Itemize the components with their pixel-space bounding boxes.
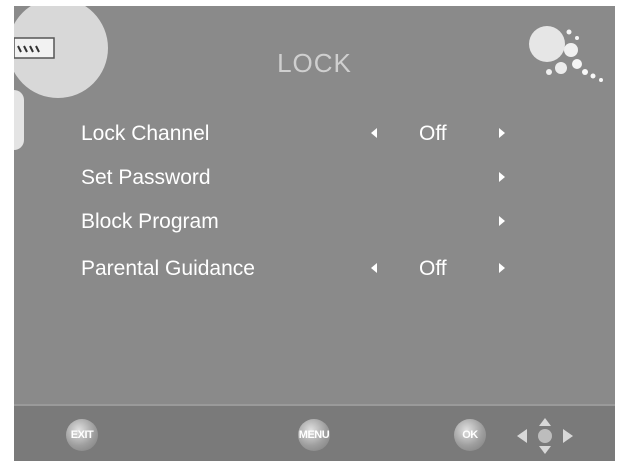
menu-item-value: Off [419,122,447,145]
arrow-left-icon[interactable] [371,128,377,138]
footer-bar: EXIT MENU OK [14,404,615,461]
arrow-right-icon[interactable] [499,216,505,226]
menu-item-set-password[interactable]: Set Password [81,162,561,196]
arrow-left-icon[interactable] [371,263,377,273]
osd-screen: LOCK Lock Channel Off Set Password Block… [14,6,615,461]
side-arc-decoration [14,90,24,150]
dpad-icon[interactable] [511,416,579,456]
menu-item-value: Off [419,257,447,280]
menu-item-parental-guidance[interactable]: Parental Guidance Off [81,253,561,287]
menu-item-label: Set Password [81,166,211,189]
menu-item-label: Lock Channel [81,122,210,145]
bubbles-decoration-icon [529,26,603,82]
arrow-right-icon[interactable] [499,128,505,138]
exit-button[interactable]: EXIT [66,419,98,451]
arrow-right-icon[interactable] [499,263,505,273]
menu-button[interactable]: MENU [298,419,330,451]
menu-item-label: Block Program [81,210,219,233]
menu-item-label: Parental Guidance [81,257,255,280]
ok-button[interactable]: OK [454,419,486,451]
menu-item-lock-channel[interactable]: Lock Channel Off [81,118,561,152]
arrow-right-icon[interactable] [499,172,505,182]
menu-item-block-program[interactable]: Block Program [81,206,561,240]
